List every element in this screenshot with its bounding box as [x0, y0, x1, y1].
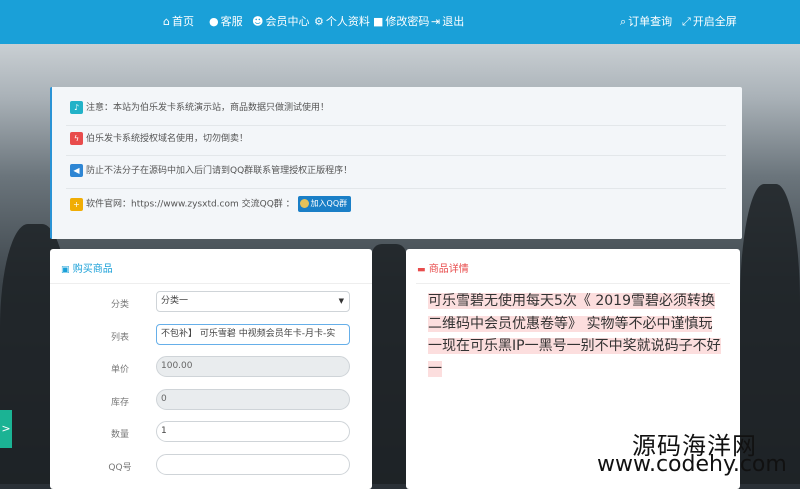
fullscreen-icon: ⤢: [682, 15, 691, 28]
product-description: 可乐雪碧无使用每天5次《 2019雪碧必须转换二维码中会员优惠卷等》 实物等不必…: [428, 293, 721, 377]
price-field: 100.00: [156, 356, 350, 377]
notice-item: ϟ 伯乐发卡系统授权域名使用，切勿倒卖！: [70, 132, 248, 146]
list-label: 列表: [110, 333, 129, 343]
join-qq-group-button[interactable]: 加入QQ群: [297, 196, 352, 212]
buy-panel: ▣ 购买商品 分类 分类一 ▼ 列表 不包补】 可乐雪碧 中视频会员年卡-月卡-…: [50, 249, 372, 489]
stock-field: 0: [156, 389, 350, 410]
watermark-url: www.codehy.com: [597, 452, 787, 477]
qq-label: QQ号: [108, 463, 132, 473]
notice-item: ♪ 注意：本站为伯乐发卡系统演示站，商品数据只做测试使用！: [70, 101, 329, 115]
shopping-bag-icon: ▣: [61, 265, 70, 275]
nav-service[interactable]: ● 客服: [209, 0, 243, 44]
price-label: 单价: [110, 365, 129, 375]
divider: [66, 188, 726, 189]
divider: [66, 125, 726, 126]
quantity-input[interactable]: 1: [156, 421, 350, 442]
users-icon: ☻: [252, 15, 264, 28]
chevron-down-icon: ▼: [338, 297, 344, 305]
divider: [66, 155, 726, 156]
notice-item: ◀ 防止不法分子在源码中加入后门请到QQ群联系管理授权正版程序！: [70, 164, 352, 178]
notice-panel: ♪ 注意：本站为伯乐发卡系统演示站，商品数据只做测试使用！ ϟ 伯乐发卡系统授权域名…: [50, 87, 742, 239]
qq-input[interactable]: [156, 454, 350, 475]
lock-icon: ■: [373, 15, 384, 28]
panel-title: ▬ 商品详情: [417, 264, 469, 275]
divider: [416, 283, 730, 284]
qq-penguin-icon: ●: [209, 15, 219, 28]
background-figure: [372, 244, 406, 484]
product-list-select[interactable]: 不包补】 可乐雪碧 中视频会员年卡-月卡-实: [156, 324, 350, 345]
nav-order-query[interactable]: ⌕ 订单查询: [620, 0, 672, 44]
home-icon: ⌂: [163, 15, 170, 28]
nav-profile[interactable]: ⚙ 个人资料: [314, 0, 370, 44]
quantity-label: 数量: [110, 430, 129, 440]
nav-member-center[interactable]: ☻ 会员中心: [252, 0, 309, 44]
qq-avatar-icon: [299, 199, 309, 208]
nav-fullscreen[interactable]: ⤢ 开启全屏: [682, 0, 737, 44]
nav-home[interactable]: ⌂ 首页: [163, 0, 194, 44]
gear-icon: ⚙: [314, 15, 324, 28]
top-navbar: ⌂ 首页 ● 客服 ☻ 会员中心 ⚙ 个人资料 ■ 修改密码 ⇥ 退出 ⌕ 订单查询 ⤢ 开启全…: [0, 0, 800, 44]
category-label: 分类: [110, 300, 129, 310]
stock-label: 库存: [110, 398, 129, 408]
category-select[interactable]: 分类一 ▼: [156, 291, 350, 312]
divider: [50, 283, 372, 284]
logout-icon: ⇥: [431, 15, 441, 28]
plus-icon: +: [70, 197, 83, 211]
card-icon: ▬: [417, 265, 426, 275]
notice-item: + 软件官网：https://www.zysxtd.com 交流QQ群 ： 加入Q…: [70, 196, 352, 212]
bolt-icon: ϟ: [70, 132, 83, 145]
nav-logout[interactable]: ⇥ 退出: [431, 0, 464, 44]
panel-title: ▣ 购买商品: [61, 264, 113, 275]
megaphone-icon: ◀: [70, 164, 83, 177]
bell-icon: ♪: [70, 101, 83, 114]
nav-change-password[interactable]: ■ 修改密码: [373, 0, 429, 44]
side-toggle-tab[interactable]: >: [0, 410, 12, 448]
search-icon: ⌕: [620, 15, 627, 28]
